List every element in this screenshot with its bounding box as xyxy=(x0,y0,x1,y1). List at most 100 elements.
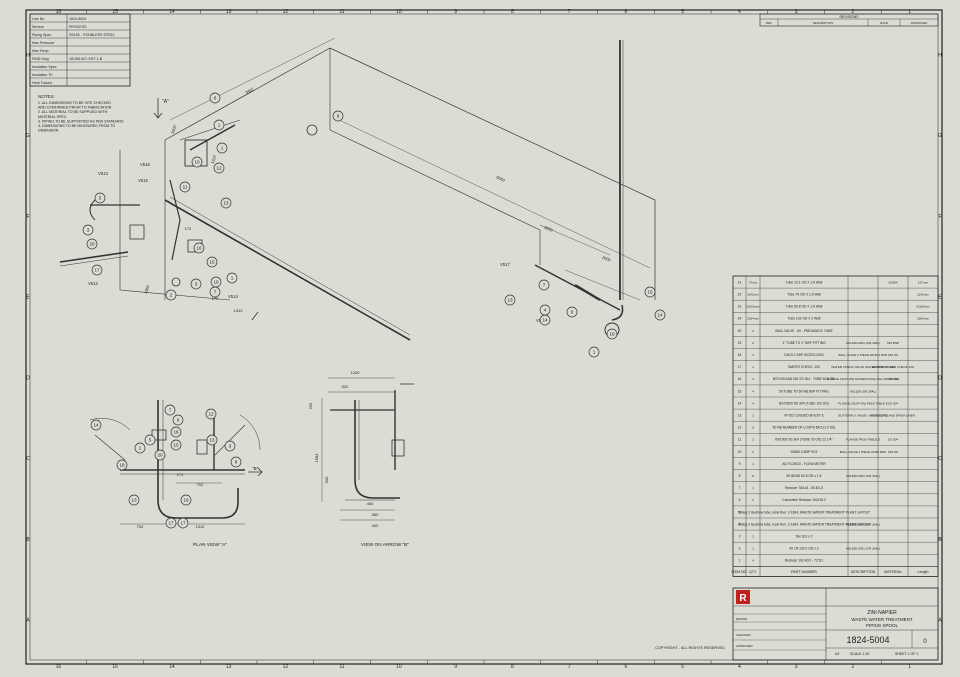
zone-letter-right: G xyxy=(938,133,942,139)
logo-letter: R xyxy=(739,593,747,604)
bom-item-no: 10 xyxy=(738,450,742,454)
bom-item-no: 8 xyxy=(739,474,741,478)
bom-part-number: 1" TUBE TO 1" BSP PITTING xyxy=(782,341,826,345)
bom-header: MATERIAL xyxy=(884,570,902,574)
bom-part-number: 50 TUBE TO 50 NB BSP FITTING xyxy=(779,389,829,393)
info-value: 1813M-007-SHT-1-B xyxy=(69,57,103,61)
iso-balloon-number: 8 xyxy=(337,114,340,119)
bom-description: AS1528-2001 (OR 304L) xyxy=(846,522,880,526)
iso-balloon-number: 20 xyxy=(89,242,95,247)
iso-arrow-label-a: "A" xyxy=(162,99,169,105)
bom-part-number: DN19.1 BSP SV22CL2003 xyxy=(784,353,823,357)
zone-number-bottom: 3 xyxy=(795,664,798,670)
bom-item-no: 2 xyxy=(739,547,741,551)
note-line: AND CONFIRMED PRIOR TO FABRICATION xyxy=(38,106,112,110)
bom-material: EPPRAY WAFER CHECK 100 xyxy=(872,365,914,369)
bom-item-no: 11 xyxy=(738,438,742,442)
bom-item-no: 1 xyxy=(739,559,741,563)
iso-balloon-number: 16 xyxy=(196,246,202,251)
tb-approved-label: APPROVED xyxy=(736,644,754,648)
rev-header-rev: REV xyxy=(766,21,772,25)
arrowb-dimension: 400 xyxy=(372,523,379,528)
rev-header-approved: APPROVED xyxy=(911,21,929,25)
bom-qty: 2 xyxy=(752,438,754,442)
bom-material: SS 304 xyxy=(888,401,898,405)
info-label: Piping Spec xyxy=(32,33,51,37)
bom-item-no: 7 xyxy=(739,486,741,490)
bom-description: AS1528-2001 (OR 304L) xyxy=(846,474,880,478)
tb-size: A3 xyxy=(835,652,839,656)
bom-part-number: 50 NB NUMBER OF LOOPS 5A 5 (1.0 SS) xyxy=(773,426,836,430)
bom-qty: 2184mm xyxy=(747,317,759,321)
bom-part-number: AE-FLOW10 - FLOW METER xyxy=(782,462,826,466)
zone-number-top: 12 xyxy=(283,9,289,15)
zone-number-top: 9 xyxy=(454,9,457,15)
zone-letter-left: C xyxy=(26,456,30,462)
bom-qty: 2 xyxy=(752,450,754,454)
notes-title: NOTES: xyxy=(38,94,55,99)
zone-number-bottom: 15 xyxy=(112,664,118,670)
bom-part-number: 90 LR 102.0 OD x 2 xyxy=(789,547,818,551)
bom-description: BALL VALVE 2 PIECE DN19.1 BSP xyxy=(839,353,888,357)
zone-letter-left: D xyxy=(26,375,30,381)
bom-qty: 6 xyxy=(752,474,754,478)
info-label: Max Temp xyxy=(32,49,49,53)
bom-material: 316 BSP xyxy=(887,341,899,345)
zone-number-top: 10 xyxy=(396,9,402,15)
bom-item-no: 6 xyxy=(739,498,741,502)
iso-balloon-number: 5 xyxy=(99,196,102,201)
tb-drawing-number: 1824-5004 xyxy=(846,635,889,645)
arrowb-dimension: 450 xyxy=(367,501,374,506)
iso-balloon-number: 7 xyxy=(214,290,217,295)
bom-material: SS304 xyxy=(888,280,898,284)
info-label: Insulation Th xyxy=(32,73,53,77)
bom-qty: 2 xyxy=(752,498,754,502)
bom-item-no: 14 xyxy=(738,401,742,405)
bom-item-no: 23 xyxy=(738,305,742,309)
plan-balloon-number: 15 xyxy=(173,443,179,448)
zone-number-bottom: 10 xyxy=(396,664,402,670)
info-label: Insulation Spec xyxy=(32,65,57,69)
iso-balloon-number: 13 xyxy=(223,201,229,206)
zone-number-top: 11 xyxy=(340,9,345,15)
note-line: 4. DIMENSIONS TO BE MEASURED FROM TO xyxy=(38,124,115,128)
info-label: Service xyxy=(32,25,44,29)
plan-balloon-number: 1 xyxy=(139,446,142,451)
rev-header-description: DESCRIPTION xyxy=(813,21,834,25)
bom-item-no: 9 xyxy=(739,462,741,466)
tb-copyright: COPYRIGHT - ALL RIGHTS RESERVED xyxy=(655,646,725,650)
iso-balloon-number: 12 xyxy=(216,166,222,171)
iso-valve-tag: V512 xyxy=(88,281,98,286)
bom-qty: 4 xyxy=(752,559,754,563)
bom-material: 316 SS xyxy=(888,353,898,357)
iso-balloon-number: 15 xyxy=(647,290,653,295)
iso-balloon-number: 16 xyxy=(609,332,615,337)
bom-item-no: 18 xyxy=(738,353,742,357)
plan-dimension: 1312 xyxy=(196,524,206,529)
iso-balloon-number: 17 xyxy=(94,268,100,273)
plan-balloon-number: 5 xyxy=(149,438,152,443)
bom-part-number: VF752 LUGGED-80 EST E xyxy=(784,413,825,417)
zone-number-bottom: 12 xyxy=(283,664,289,670)
bom-part-number: DN50L3 BSP SV2 xyxy=(791,450,818,454)
bom-item-no: 16 xyxy=(738,377,742,381)
bom-item-no: 22 xyxy=(738,292,742,296)
iso-balloon-number: 13 xyxy=(507,298,513,303)
bom-part-number: Tee 102 x 2 xyxy=(795,534,812,538)
bom-qty: 1 xyxy=(752,547,754,551)
bom-qty: 22103mm xyxy=(746,305,760,309)
iso-balloon-number: 1 xyxy=(231,276,234,281)
arrowb-dimension: 550 xyxy=(372,512,379,517)
iso-balloon-number: 4 xyxy=(544,308,547,313)
bom-description: AS1528 (OR 304L) xyxy=(850,389,876,393)
bom-description: AS1528-2001 (OR 304L) xyxy=(846,547,880,551)
zone-number-bottom: 14 xyxy=(169,664,175,670)
tb-title-line-1: WASTE WATER TREATMENT xyxy=(851,617,912,622)
arrowb-dimension: 1200 xyxy=(351,370,361,375)
zone-number-top: 13 xyxy=(226,9,232,15)
info-label: P&ID Dwg xyxy=(32,57,49,61)
bom-part-number: BALL VALVE - 50 - PNEUMATIC TUBE xyxy=(775,329,833,333)
bom-length: 22103mm xyxy=(916,305,930,309)
iso-balloon-number: 6 xyxy=(571,310,574,315)
bom-qty: 2 xyxy=(752,426,754,430)
